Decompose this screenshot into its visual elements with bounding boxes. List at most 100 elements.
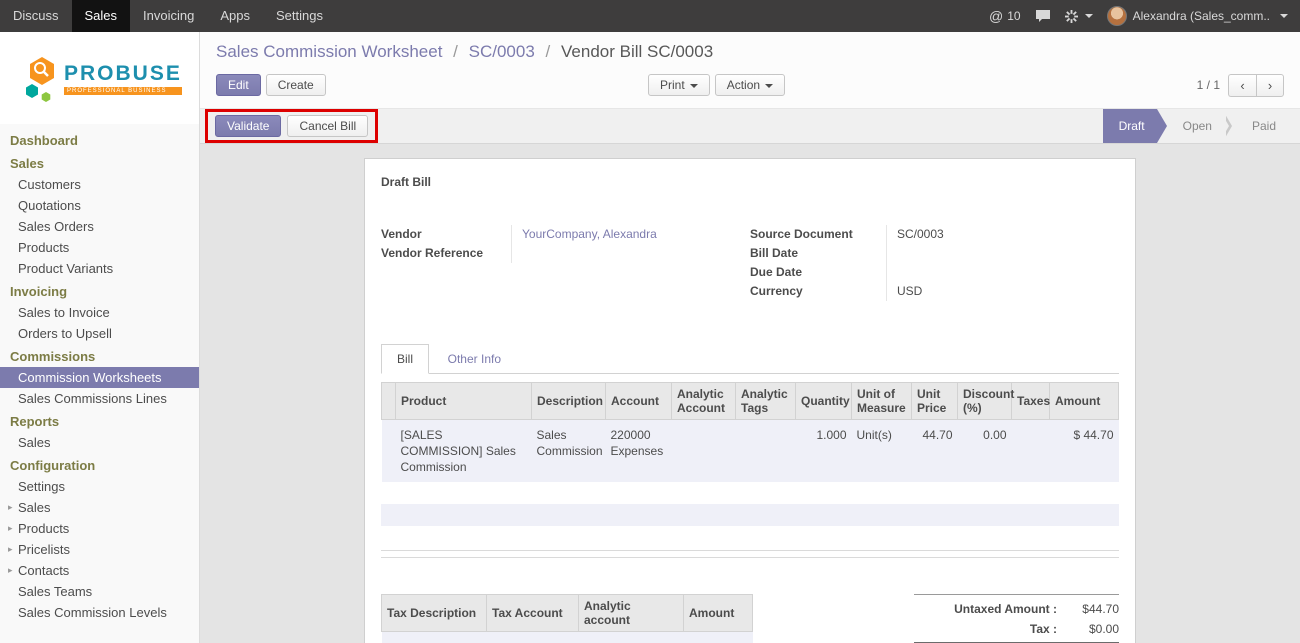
vendor-reference-value <box>511 244 722 263</box>
state-open[interactable]: Open <box>1169 109 1226 143</box>
menu-sales[interactable]: Sales <box>72 0 131 32</box>
col-tax-description[interactable]: Tax Description <box>382 595 487 632</box>
pager-next-button[interactable]: › <box>1256 74 1284 97</box>
sidebar-item-label: Products <box>18 521 69 536</box>
tax-and-totals: Tax Description Tax Account Analytic acc… <box>381 594 1119 643</box>
tab-other-info[interactable]: Other Info <box>433 345 516 373</box>
vendor-value[interactable]: YourCompany, Alexandra <box>511 225 722 244</box>
tax-header-row: Tax Description Tax Account Analytic acc… <box>382 595 753 632</box>
source-document-label: Source Document <box>750 225 886 244</box>
user-name: Alexandra (Sales_comm.. <box>1133 9 1270 23</box>
tax-total-label: Tax : <box>1030 622 1057 636</box>
sidebar-item-sales-commissions-lines[interactable]: Sales Commissions Lines <box>0 388 199 409</box>
sidebar-section-sales[interactable]: Sales <box>0 151 199 174</box>
sidebar-section-invoicing[interactable]: Invoicing <box>0 279 199 302</box>
vendor-reference-label: Vendor Reference <box>381 244 511 263</box>
col-tax-account[interactable]: Tax Account <box>487 595 579 632</box>
sidebar-item-customers[interactable]: Customers <box>0 174 199 195</box>
invoice-line-row[interactable]: [SALES COMMISSION] Sales Commission Sale… <box>382 420 1119 483</box>
sidebar-item-reports-sales[interactable]: Sales <box>0 432 199 453</box>
caret-down-icon <box>1085 14 1093 18</box>
validate-button[interactable]: Validate <box>215 115 281 137</box>
page-header: Sales Commission Worksheet / SC/0003 / V… <box>200 32 1300 108</box>
invoice-lines-table: Product Description Account Analytic Acc… <box>381 382 1119 482</box>
sidebar-section-configuration[interactable]: Configuration <box>0 453 199 476</box>
action-dropdown-button[interactable]: Action <box>715 74 785 96</box>
sidebar-item-sales-orders[interactable]: Sales Orders <box>0 216 199 237</box>
create-button[interactable]: Create <box>266 74 326 96</box>
currency-label: Currency <box>750 282 886 301</box>
col-taxes[interactable]: Taxes <box>1012 383 1050 420</box>
cell-account: 220000 Expenses <box>606 420 672 483</box>
sidebar-item-product-variants[interactable]: Product Variants <box>0 258 199 279</box>
sidebar-item-sales-commission-levels[interactable]: Sales Commission Levels <box>0 602 199 623</box>
sidebar-item-config-settings[interactable]: Settings <box>0 476 199 497</box>
cell-product: [SALES COMMISSION] Sales Commission <box>396 420 532 483</box>
col-unit-of-measure[interactable]: Unit of Measure <box>852 383 912 420</box>
col-description[interactable]: Description <box>532 383 606 420</box>
status-pipeline: Draft Open Paid <box>1103 109 1300 143</box>
pager: 1 / 1 ‹ › <box>1197 74 1284 97</box>
source-document-value: SC/0003 <box>886 225 1119 244</box>
menu-invoicing[interactable]: Invoicing <box>130 0 207 32</box>
caret-down-icon <box>1280 14 1288 18</box>
sidebar-section-commissions[interactable]: Commissions <box>0 344 199 367</box>
sidebar-item-label: Sales to Invoice <box>18 305 110 320</box>
untaxed-amount-value: $44.70 <box>1057 602 1119 616</box>
user-menu[interactable]: Alexandra (Sales_comm.. <box>1107 6 1288 26</box>
breadcrumb-sc0003[interactable]: SC/0003 <box>469 42 535 61</box>
menu-discuss[interactable]: Discuss <box>0 0 72 32</box>
menu-settings[interactable]: Settings <box>263 0 336 32</box>
col-analytic-account[interactable]: Analytic Account <box>672 383 736 420</box>
cell-analytic-tags <box>736 420 796 483</box>
col-tax-analytic-account[interactable]: Analytic account <box>579 595 684 632</box>
col-discount[interactable]: Discount (%) <box>958 383 1012 420</box>
mention-count: 10 <box>1007 9 1020 23</box>
breadcrumb-separator: / <box>453 42 458 61</box>
debug-gear-icon[interactable] <box>1065 10 1093 23</box>
col-analytic-tags[interactable]: Analytic Tags <box>736 383 796 420</box>
bill-date-label: Bill Date <box>750 244 886 263</box>
state-paid[interactable]: Paid <box>1238 109 1290 143</box>
state-draft[interactable]: Draft <box>1103 109 1157 143</box>
menu-apps[interactable]: Apps <box>207 0 263 32</box>
pager-previous-button[interactable]: ‹ <box>1228 74 1256 97</box>
due-date-label: Due Date <box>750 263 886 282</box>
form-view: Draft Bill Vendor YourCompany, Alexandra… <box>200 144 1300 643</box>
col-unit-price[interactable]: Unit Price <box>912 383 958 420</box>
tab-bill[interactable]: Bill <box>381 344 429 374</box>
lines-header-row: Product Description Account Analytic Acc… <box>382 383 1119 420</box>
sidebar-item-quotations[interactable]: Quotations <box>0 195 199 216</box>
sidebar-item-products[interactable]: Products <box>0 237 199 258</box>
expand-caret-icon: ▸ <box>8 544 18 555</box>
sidebar-section-dashboard[interactable]: Dashboard <box>0 128 199 151</box>
col-product[interactable]: Product <box>396 383 532 420</box>
edit-button[interactable]: Edit <box>216 74 261 96</box>
sidebar-item-commission-worksheets[interactable]: Commission Worksheets <box>0 367 199 388</box>
col-tax-amount[interactable]: Amount <box>684 595 753 632</box>
col-account[interactable]: Account <box>606 383 672 420</box>
print-dropdown-button[interactable]: Print <box>648 74 710 96</box>
gutter-cell <box>382 420 396 483</box>
expand-caret-icon: ▸ <box>8 523 18 534</box>
sidebar-item-config-pricelists[interactable]: ▸Pricelists <box>0 539 199 560</box>
col-quantity[interactable]: Quantity <box>796 383 852 420</box>
breadcrumb-worksheets[interactable]: Sales Commission Worksheet <box>216 42 442 61</box>
due-date-value <box>886 263 1119 282</box>
col-amount[interactable]: Amount <box>1050 383 1119 420</box>
gutter-column <box>382 383 396 420</box>
sidebar-section-reports[interactable]: Reports <box>0 409 199 432</box>
probuse-logo: PROBUSE PROFESSIONAL BUSINESS <box>0 32 199 124</box>
sidebar-item-config-sales[interactable]: ▸Sales <box>0 497 199 518</box>
sidebar-item-sales-to-invoice[interactable]: Sales to Invoice <box>0 302 199 323</box>
sidebar-item-orders-to-upsell[interactable]: Orders to Upsell <box>0 323 199 344</box>
sidebar-item-label: Product Variants <box>18 261 113 276</box>
messages-bubble-icon[interactable] <box>1035 9 1051 23</box>
sidebar-item-config-products[interactable]: ▸Products <box>0 518 199 539</box>
sidebar-item-label: Sales Commission Levels <box>18 605 167 620</box>
sidebar-item-sales-teams[interactable]: Sales Teams <box>0 581 199 602</box>
bill-state-title: Draft Bill <box>381 175 1119 189</box>
sidebar-item-config-contacts[interactable]: ▸Contacts <box>0 560 199 581</box>
cancel-bill-button[interactable]: Cancel Bill <box>287 115 368 137</box>
mentions-indicator[interactable]: @ 10 <box>989 8 1021 24</box>
